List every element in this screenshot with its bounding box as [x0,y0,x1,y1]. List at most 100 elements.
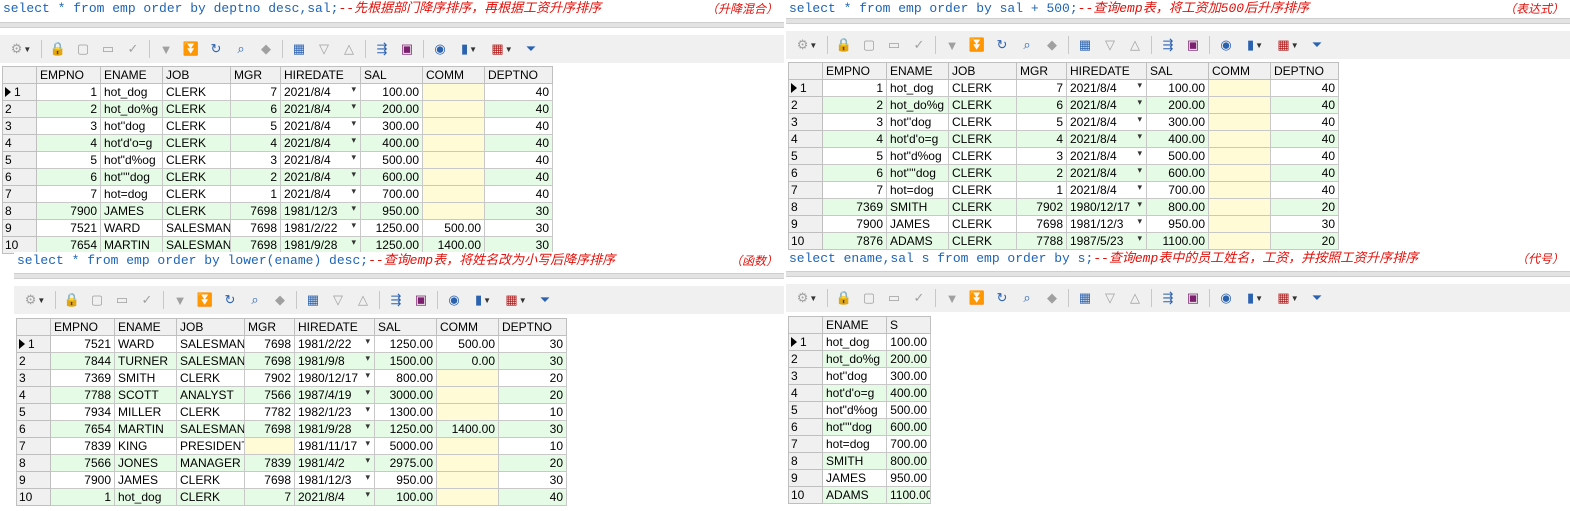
table-row[interactable]: 101hot_dogCLERK72021/8/4100.00 40 [16,488,567,506]
cell-comm[interactable] [1208,164,1271,182]
cell-sal[interactable]: 700.00 [360,185,423,203]
cell-hiredate[interactable]: 1981/12/3 [1066,215,1147,233]
cell-hiredate[interactable]: 2021/8/4 [1066,79,1147,97]
row-number[interactable]: 3 [788,113,823,131]
column-header-empno[interactable]: EMPNO [36,66,101,84]
cell-job[interactable]: CLERK [948,96,1017,114]
cell-s[interactable]: 950.00 [886,469,931,487]
row-number[interactable]: 6 [2,168,37,186]
cell-deptno[interactable]: 30 [484,236,553,254]
cell-empno[interactable]: 2 [822,96,887,114]
table-row[interactable]: 97900JAMESCLERK76981981/12/3950.00 30 [16,471,567,489]
filter-button[interactable]: ⏷ [520,39,542,59]
cell-job[interactable]: CLERK [176,471,245,489]
cell-ename[interactable]: hot_dog [114,488,177,506]
table-row[interactable]: 11hot_dogCLERK72021/8/4100.0040 [2,83,553,101]
cell-mgr[interactable]: 7 [244,488,295,506]
table-row[interactable]: 1 7521WARDSALESMAN76981981/2/221250.00500… [16,335,567,353]
filter-button[interactable]: ⏷ [1306,35,1328,55]
add-record-button[interactable]: ▢ [86,290,108,310]
cell-deptno[interactable]: 40 [484,185,553,203]
cell-comm[interactable] [1208,181,1271,199]
cell-ename[interactable]: MARTIN [100,236,163,254]
find-button[interactable]: ⌕ [1016,35,1038,55]
cell-empno[interactable]: 7900 [50,471,115,489]
cell-ename[interactable]: hot''''dog [886,164,949,182]
cell-sal[interactable]: 200.00 [1146,96,1209,114]
next-record-button[interactable]: ▼ [941,288,963,308]
column-header-job[interactable]: JOB [948,62,1017,80]
cell-deptno[interactable]: 20 [1270,198,1339,216]
cell-comm[interactable] [1208,79,1271,97]
cell-deptno[interactable]: 40 [484,100,553,118]
cell-ename[interactable]: SMITH [886,198,949,216]
cell-comm[interactable] [436,471,499,489]
table-row[interactable]: 66hot''''dogCLERK22021/8/4600.0040 [2,168,553,186]
column-header-comm[interactable]: COMM [1208,62,1271,80]
row-number[interactable]: 6 [788,164,823,182]
cell-deptno[interactable]: 20 [1270,232,1339,250]
cell-deptno[interactable]: 40 [1270,147,1339,165]
column-header-empno[interactable]: EMPNO [822,62,887,80]
cell-hiredate[interactable]: 1981/12/3 [280,202,361,220]
cell-sal[interactable]: 400.00 [1146,130,1209,148]
cell-comm[interactable] [436,437,499,455]
column-header-sal[interactable]: SAL [1146,62,1209,80]
cell-hiredate[interactable]: 1981/4/2 [294,454,375,472]
cell-hiredate[interactable]: 1981/12/3 [294,471,375,489]
row-number[interactable]: 4 [16,386,51,404]
export-button[interactable]: ⇶ [1157,288,1179,308]
cell-sal[interactable]: 1250.00 [374,335,437,353]
cell-mgr[interactable]: 7788 [1016,232,1067,250]
cell-deptno[interactable]: 20 [498,454,567,472]
cell-mgr[interactable]: 7839 [244,454,295,472]
cell-sal[interactable]: 1100.00 [1146,232,1209,250]
cell-ename[interactable]: WARD [114,335,177,353]
cell-ename[interactable]: SCOTT [114,386,177,404]
first-button[interactable]: △ [1124,288,1146,308]
cell-comm[interactable] [436,454,499,472]
add-record-button[interactable]: ▢ [858,35,880,55]
cell-s[interactable]: 1100.00 [886,486,931,504]
column-header-deptno[interactable]: DEPTNO [1270,62,1339,80]
export-button[interactable]: ⇶ [1157,35,1179,55]
export-button[interactable]: ⇶ [385,290,407,310]
previous-button[interactable]: ▽ [327,290,349,310]
cell-hiredate[interactable]: 2021/8/4 [280,83,361,101]
chart-button[interactable]: ▮ ▼ [454,39,484,59]
cell-job[interactable]: CLERK [162,151,231,169]
cell-hiredate[interactable]: 2021/8/4 [280,117,361,135]
cell-comm[interactable]: 500.00 [436,335,499,353]
cell-job[interactable]: CLERK [176,488,245,506]
find-button[interactable]: ⌕ [1016,288,1038,308]
cell-mgr[interactable]: 7902 [1016,198,1067,216]
cell-empno[interactable]: 7839 [50,437,115,455]
cell-comm[interactable] [422,117,485,135]
cell-hiredate[interactable]: 1981/2/22 [280,219,361,237]
cell-ename[interactable]: hot''dog [822,367,887,385]
column-header-hiredate[interactable]: HIREDATE [280,66,361,84]
cell-hiredate[interactable]: 1982/1/23 [294,403,375,421]
table-row[interactable]: 44hot'd'o=gCLERK42021/8/4400.0040 [2,134,553,152]
cell-ename[interactable]: KING [114,437,177,455]
cell-comm[interactable] [1208,215,1271,233]
cell-empno[interactable]: 7521 [50,335,115,353]
cell-hiredate[interactable]: 2021/8/4 [280,100,361,118]
cell-sal[interactable]: 3000.00 [374,386,437,404]
cell-ename[interactable]: ADAMS [886,232,949,250]
cell-mgr[interactable]: 7698 [230,219,281,237]
cell-deptno[interactable]: 30 [498,420,567,438]
editor-separator[interactable] [786,18,1570,24]
cell-deptno[interactable]: 10 [498,403,567,421]
cell-job[interactable]: CLERK [948,164,1017,182]
cell-empno[interactable]: 1 [36,83,101,101]
cell-empno[interactable]: 5 [36,151,101,169]
table-row[interactable]: 33hot''dogCLERK52021/8/4300.0040 [2,117,553,135]
cell-ename[interactable]: SMITH [822,452,887,470]
cell-sal[interactable]: 1500.00 [374,352,437,370]
column-header-mgr[interactable]: MGR [1016,62,1067,80]
cell-mgr[interactable]: 7698 [244,335,295,353]
add-record-button[interactable]: ▢ [72,39,94,59]
cell-sal[interactable]: 800.00 [1146,198,1209,216]
cell-sal[interactable]: 300.00 [1146,113,1209,131]
